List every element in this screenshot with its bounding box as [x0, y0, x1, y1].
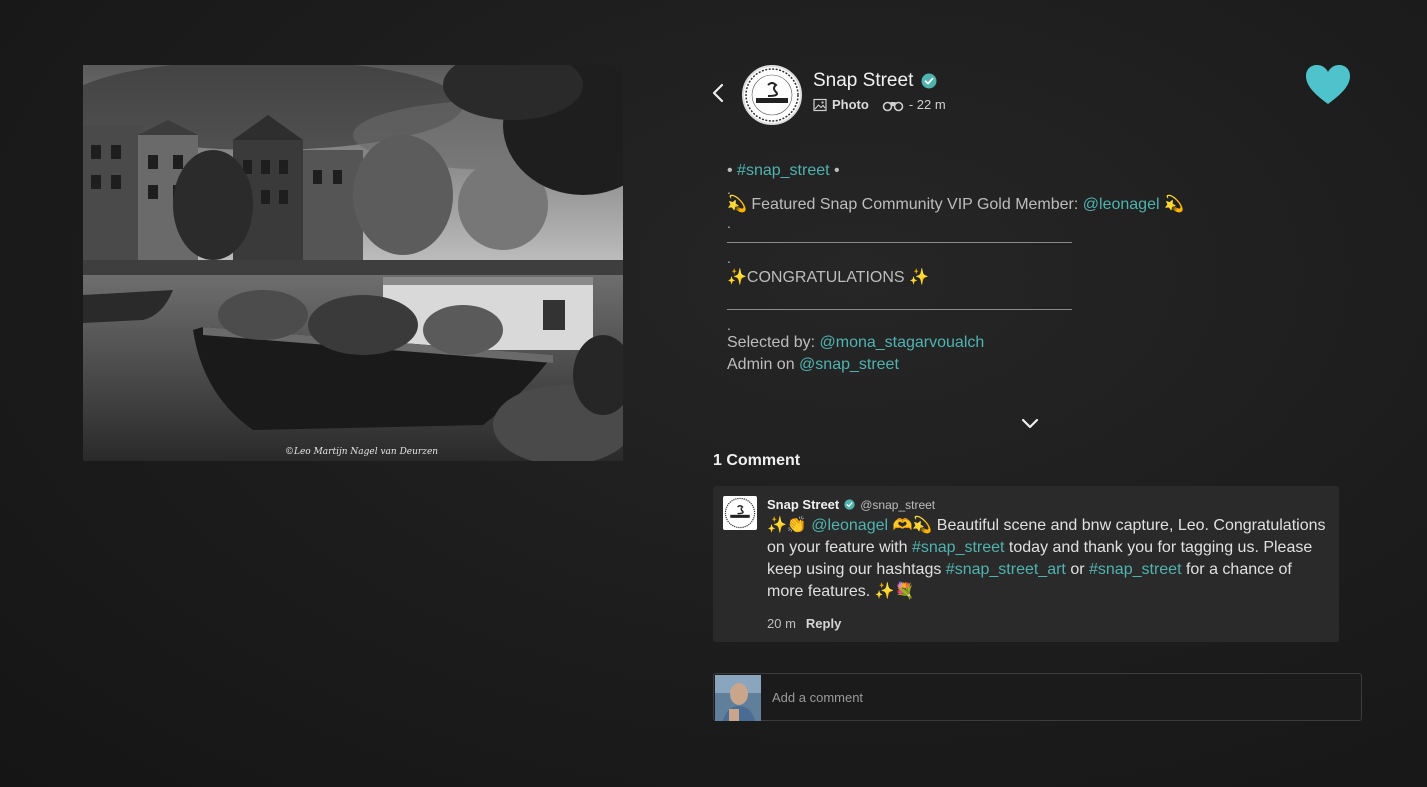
commenter-name[interactable]: Snap Street	[767, 497, 839, 512]
comment-text: ✨👏 @leonagel 🫶💫 Beautiful scene and bnw …	[767, 517, 1326, 600]
photo-credit: ©Leo Martijn Nagel van Deurzen	[285, 447, 439, 457]
mention-link[interactable]: @mona_stagarvoualch	[820, 334, 985, 351]
reply-button[interactable]: Reply	[806, 616, 841, 631]
add-comment-box	[713, 673, 1362, 721]
back-chevron-icon[interactable]	[708, 82, 728, 104]
current-user-avatar	[715, 675, 761, 721]
caption-divider	[727, 242, 1072, 243]
caption-hashtag-line: • #snap_street •	[727, 162, 840, 179]
verified-badge-icon	[844, 499, 855, 510]
photo-canal-houseboat	[83, 65, 623, 461]
mention-link[interactable]: @leonagel	[1083, 196, 1160, 213]
mention-link[interactable]: @snap_street	[799, 356, 899, 373]
caption-dot: .	[727, 215, 731, 231]
binoculars-icon	[882, 101, 904, 111]
expand-chevron-down-icon[interactable]	[1020, 416, 1040, 432]
comment-footer: 20 m Reply	[767, 616, 841, 631]
caption-selected-line: Selected by: @mona_stagarvoualch	[727, 334, 985, 351]
post-author-name[interactable]: Snap Street	[813, 70, 913, 92]
post-time: - 22 m	[908, 97, 946, 112]
comments-count: 1 Comment	[713, 452, 801, 469]
snap-street-logo	[745, 68, 799, 122]
caption-featured-line: 💫 Featured Snap Community VIP Gold Membe…	[727, 196, 1184, 213]
comment-item: Snap Street @snap_street ✨👏 @leonagel 🫶💫…	[713, 486, 1339, 642]
hashtag-link[interactable]: #snap_street_art	[946, 561, 1066, 578]
post-photo[interactable]: ©Leo Martijn Nagel van Deurzen	[83, 65, 623, 461]
add-comment-input[interactable]	[772, 674, 1352, 720]
caption-admin-line: Admin on @snap_street	[727, 356, 899, 373]
snap-street-logo	[724, 497, 756, 529]
author-avatar[interactable]	[742, 65, 802, 125]
commenter-handle[interactable]: @snap_street	[860, 498, 935, 512]
caption-divider	[727, 309, 1072, 310]
post-author-row: Snap Street	[813, 70, 937, 92]
hashtag-link[interactable]: #snap_street	[737, 162, 830, 179]
caption-congrats: ✨CONGRATULATIONS ✨	[727, 269, 929, 286]
mention-link[interactable]: @leonagel	[811, 517, 888, 534]
verified-badge-icon	[921, 73, 937, 89]
hashtag-link[interactable]: #snap_street	[1089, 561, 1182, 578]
comment-time: 20 m	[767, 616, 796, 631]
comment-header: Snap Street @snap_street	[767, 497, 935, 512]
post-caption: • #snap_street • . 💫 Featured Snap Commu…	[727, 160, 1347, 376]
post-type-label: Photo	[832, 97, 869, 112]
commenter-avatar[interactable]	[723, 496, 757, 530]
post-meta: Photo - 22 m	[813, 97, 946, 112]
hashtag-link[interactable]: #snap_street	[912, 539, 1005, 556]
user-photo	[715, 675, 761, 721]
photo-type-icon	[813, 98, 827, 111]
like-heart-icon[interactable]	[1305, 64, 1351, 106]
